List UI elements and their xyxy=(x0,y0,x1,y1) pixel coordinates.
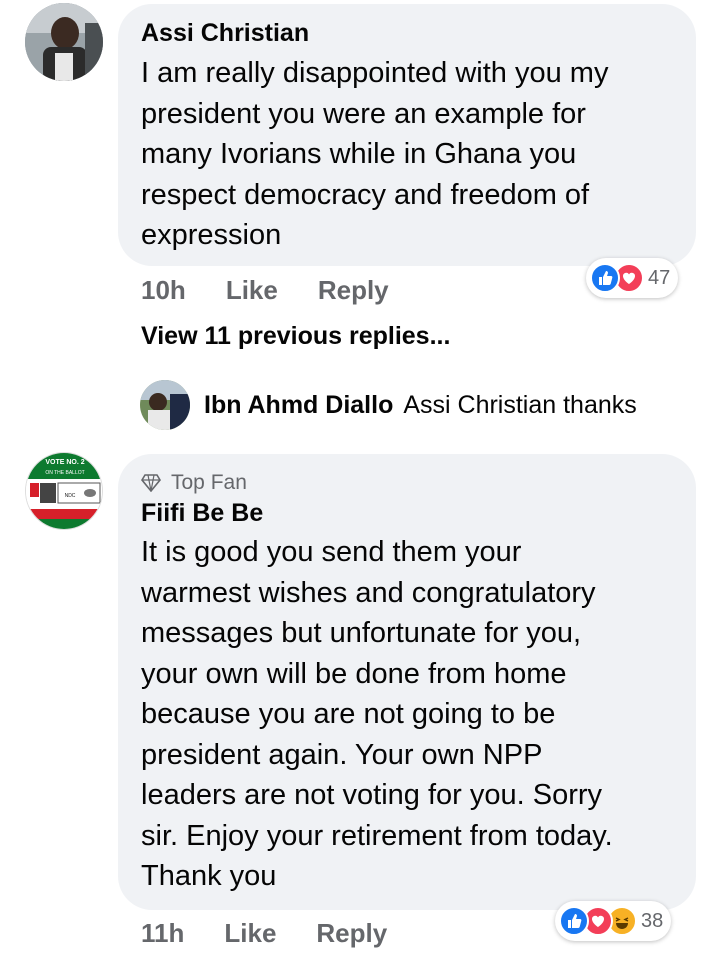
poster-ballot-text: ON THE BALLOT xyxy=(45,470,84,476)
profile-photo-icon xyxy=(140,380,190,430)
poster-vote-text: VOTE NO. 2 xyxy=(45,459,84,466)
comment-line: many Ivorians while in Ghana you xyxy=(141,138,577,170)
like-button[interactable]: Like xyxy=(226,275,278,306)
comment-actions: 10h Like Reply xyxy=(141,275,429,306)
like-icon xyxy=(559,906,589,936)
comment-line: messages but unfortunate for you, xyxy=(141,617,582,649)
top-fan-label: Top Fan xyxy=(171,471,247,494)
comment-author[interactable]: Assi Christian xyxy=(141,19,309,48)
view-previous-replies-link[interactable]: View 11 previous replies... xyxy=(141,322,450,351)
reply-author[interactable]: Ibn Ahmd Diallo xyxy=(204,391,393,420)
comment-line: your own will be done from home xyxy=(141,657,567,690)
reply-preview[interactable]: Ibn Ahmd Diallo Assi Christian thanks xyxy=(140,380,637,430)
diamond-icon xyxy=(141,474,161,492)
comment-line: Thank you xyxy=(141,860,277,892)
profile-photo-icon xyxy=(25,3,103,81)
reply-text: Assi Christian thanks xyxy=(403,390,637,419)
reply-button[interactable]: Reply xyxy=(316,918,387,949)
like-icon xyxy=(590,263,620,293)
reaction-count: 47 xyxy=(648,266,671,289)
comment-line: warmest wishes and congratulatory xyxy=(141,576,596,609)
comment-time[interactable]: 10h xyxy=(141,275,186,306)
avatar-fiifi-be-be[interactable]: VOTE NO. 2 ON THE BALLOT NDC xyxy=(25,452,103,530)
comment-line: leaders are not voting for you. Sorry xyxy=(141,779,603,811)
comment-author[interactable]: Fiifi Be Be xyxy=(141,499,263,528)
comment-line: It is good you send them your xyxy=(141,536,522,568)
poster-party-text: NDC xyxy=(65,493,76,499)
comment-line: president again. Your own NPP xyxy=(141,738,543,771)
comment-line: because you are not going to be xyxy=(141,698,556,730)
reaction-summary[interactable]: 38 xyxy=(555,901,672,941)
comment-line: I am really disappointed with you my xyxy=(141,57,609,89)
reaction-count: 38 xyxy=(641,909,664,932)
top-fan-badge: Top Fan xyxy=(141,471,247,495)
campaign-poster-icon: VOTE NO. 2 ON THE BALLOT NDC xyxy=(26,453,102,529)
comment-bubble: Assi Christian I am really disappointed … xyxy=(118,4,696,266)
comment-actions: 11h Like Reply xyxy=(141,918,427,949)
reaction-summary[interactable]: 47 xyxy=(586,258,679,298)
comment-text: It is good you send them your warmest wi… xyxy=(141,532,613,897)
comment-line: president you were an example for xyxy=(141,97,586,130)
comment-bubble: Top Fan Fiifi Be Be It is good you send … xyxy=(118,454,696,910)
comment-line: sir. Enjoy your retirement from today. xyxy=(141,819,613,852)
reply-button[interactable]: Reply xyxy=(318,275,389,306)
comment-time[interactable]: 11h xyxy=(141,918,184,949)
like-button[interactable]: Like xyxy=(224,918,276,949)
comment-line: expression xyxy=(141,219,282,251)
comment-line: respect democracy and freedom of xyxy=(141,178,590,211)
comment-text: I am really disappointed with you my pre… xyxy=(141,53,608,256)
avatar-assi-christian[interactable] xyxy=(25,3,103,81)
avatar-ibn-ahmd-diallo[interactable] xyxy=(140,380,190,430)
